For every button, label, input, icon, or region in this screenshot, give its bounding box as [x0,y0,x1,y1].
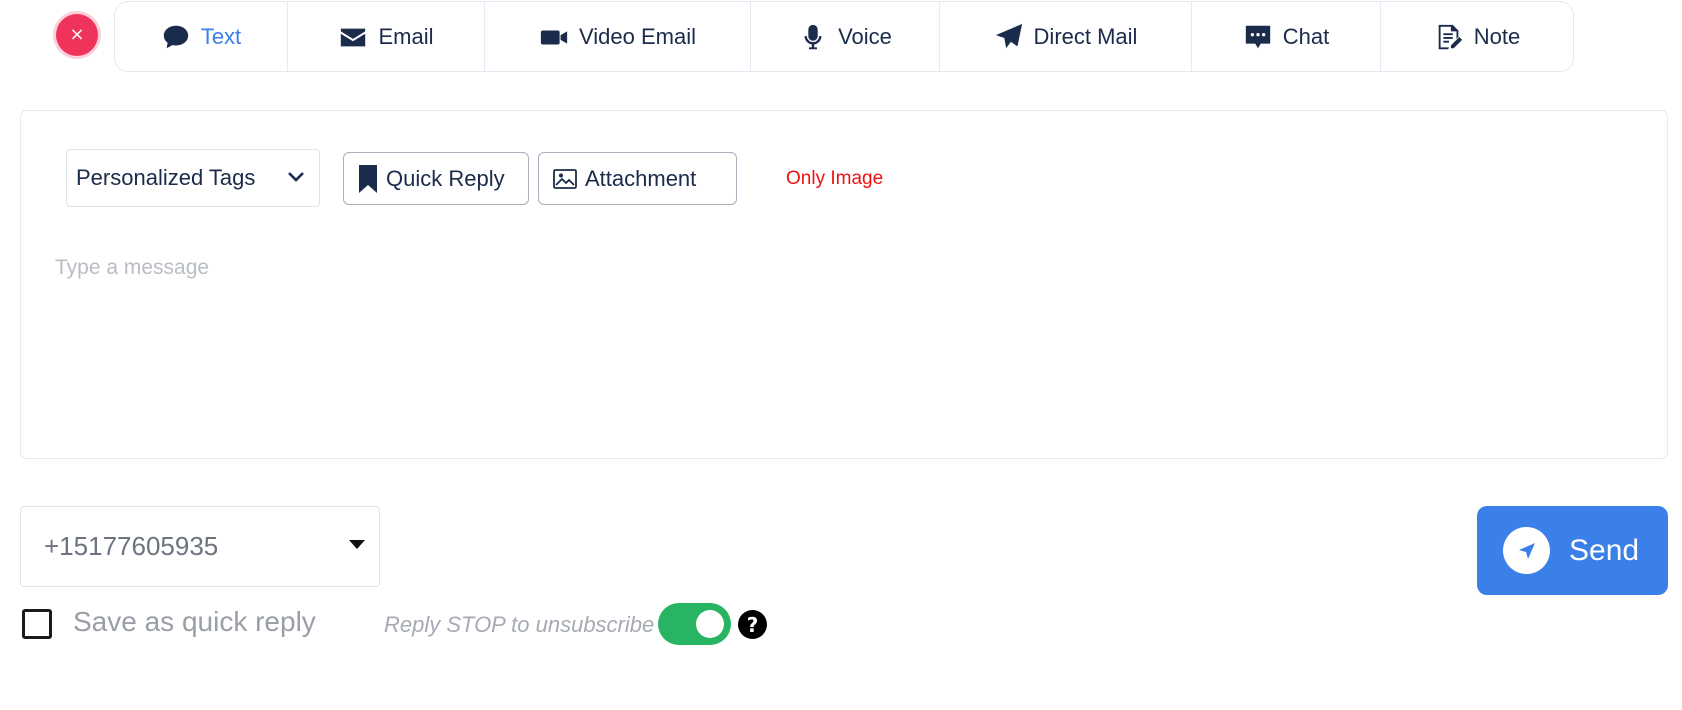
tab-direct-mail[interactable]: Direct Mail [940,2,1192,71]
tab-label: Voice [838,23,892,49]
send-label: Send [1569,533,1640,567]
tab-chat[interactable]: Chat [1192,2,1381,71]
personalized-tags-label: Personalized Tags [76,165,256,190]
tab-label: Note [1473,23,1521,49]
microphone-icon [804,24,822,49]
paper-plane-icon [995,23,1022,48]
close-icon: × [69,24,85,45]
message-composer: Personalized Tags Quick Reply Attachment… [20,110,1668,459]
tab-email[interactable]: Email [288,2,485,71]
unsubscribe-text: Reply STOP to unsubscribe [384,612,655,637]
help-icon[interactable]: ? [738,610,767,639]
chat-dots-icon [1245,25,1270,48]
chevron-down-icon [288,172,304,182]
caret-down-icon [349,540,365,549]
tab-label: Direct Mail [1033,23,1138,49]
toggle-knob [696,610,724,638]
envelope-icon [341,28,366,46]
message-input[interactable] [55,256,1635,426]
phone-number-select[interactable]: +15177605935 [20,506,380,587]
save-quick-reply-label: Save as quick reply [73,606,316,637]
tab-text[interactable]: Text [115,2,288,71]
channel-tabs: Text Email Video Email Voice Direct Mail… [114,1,1574,72]
tab-label: Video Email [579,23,696,49]
save-quick-reply-checkbox[interactable] [22,609,52,639]
personalized-tags-select[interactable]: Personalized Tags [66,149,320,207]
tab-label: Text [200,23,242,49]
tab-label: Chat [1282,23,1330,49]
send-icon [1503,527,1550,574]
video-camera-icon [540,29,568,44]
tab-label: Email [378,23,434,49]
phone-number-value: +15177605935 [44,531,219,561]
note-edit-icon [1438,24,1462,49]
quick-reply-label: Quick Reply [386,165,505,191]
close-button[interactable]: × [56,14,98,56]
attachment-label: Attachment [585,165,697,191]
only-image-notice: Only Image [786,168,884,189]
quick-reply-button[interactable]: Quick Reply [343,152,529,205]
bookmark-icon [359,164,377,193]
send-button[interactable]: Send [1477,506,1668,595]
chat-bubble-icon [163,25,188,48]
tab-voice[interactable]: Voice [751,2,940,71]
tab-video-email[interactable]: Video Email [485,2,751,71]
tab-note[interactable]: Note [1381,2,1573,71]
image-icon [553,168,577,189]
attachment-button[interactable]: Attachment [538,152,737,205]
unsubscribe-toggle[interactable] [658,603,731,645]
